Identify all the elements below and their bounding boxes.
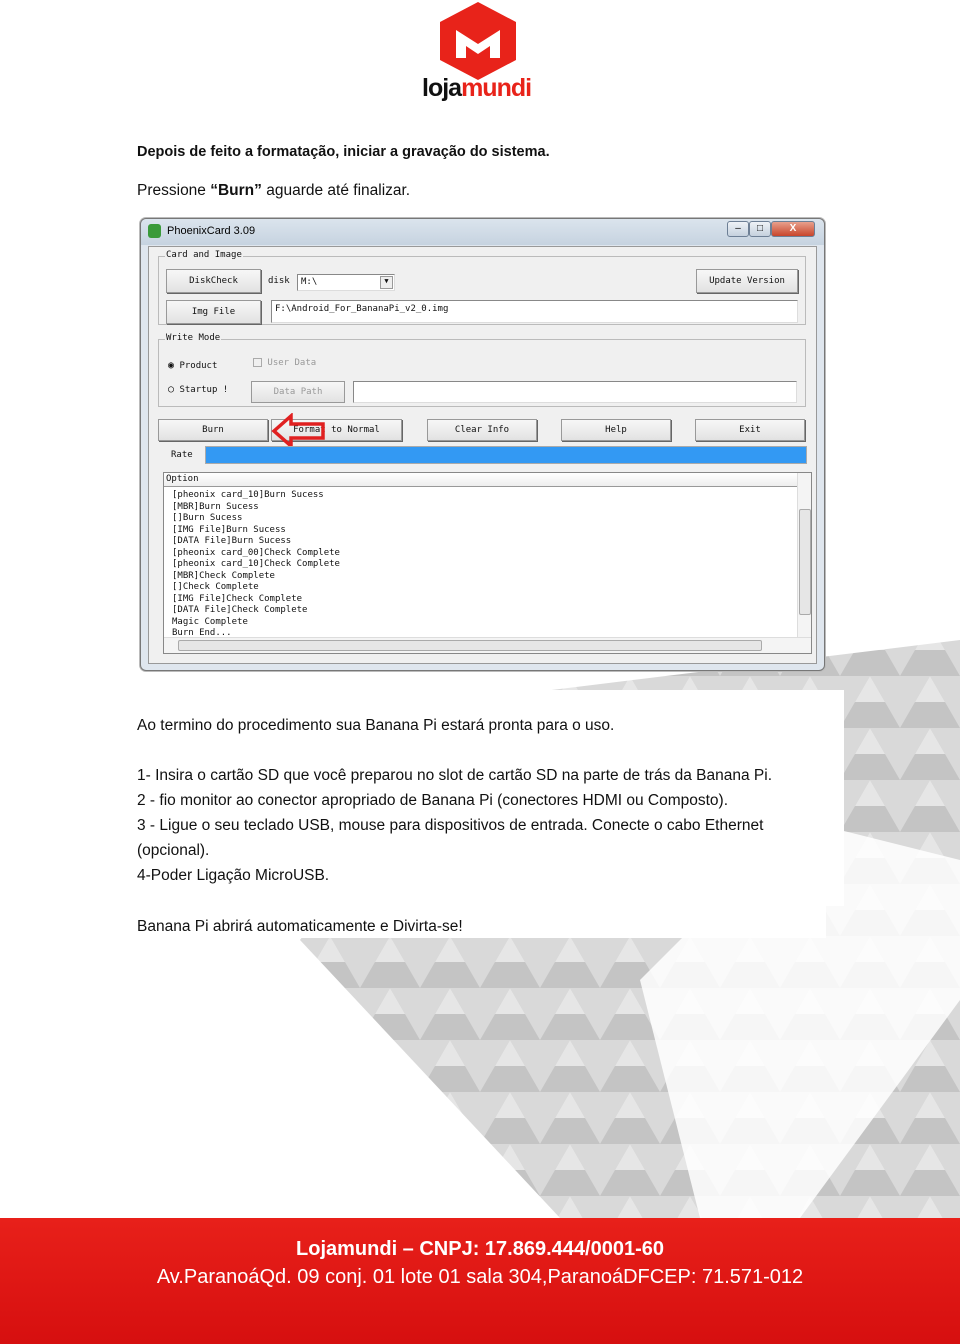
data-path-button[interactable]: Data Path — [251, 381, 345, 403]
horizontal-scrollbar[interactable] — [164, 637, 811, 653]
rate-progress-fill — [206, 447, 806, 463]
disk-select[interactable]: M:\ ▼ — [297, 274, 395, 291]
burn-button[interactable]: Burn — [158, 419, 268, 441]
log-line: [pheonix card_10]Burn Sucess — [172, 490, 324, 500]
vertical-scrollbar[interactable] — [797, 473, 811, 637]
footer-address: Av.ParanoáQd. 09 conj. 01 lote 01 sala 3… — [156, 1266, 804, 1288]
step-2: 2 - fio monitor ao conector apropriado d… — [137, 792, 729, 809]
log-line: [DATA File]Burn Sucess — [172, 536, 292, 546]
img-path-field[interactable]: F:\Android_For_BananaPi_v2_0.img — [271, 300, 798, 323]
log-line: [DATA File]Check Complete — [172, 605, 308, 615]
log-line: [IMG File]Burn Sucess — [172, 524, 286, 535]
closing-text: Banana Pi abrirá automaticamente e Divir… — [137, 918, 463, 935]
red-arrow-annotation — [271, 413, 325, 449]
diskcheck-button[interactable]: DiskCheck — [166, 269, 261, 293]
log-line: [MBR]Burn Sucess — [172, 501, 259, 512]
startup-radio[interactable]: ○ Startup ! — [168, 384, 228, 395]
log-list[interactable]: Option [pheonix card_10]Burn Sucess [MBR]… — [163, 472, 812, 654]
intro-line-2: Pressione “Burn” aguarde até finalizar. — [137, 182, 411, 199]
user-data-checkbox[interactable]: User Data — [253, 358, 316, 368]
completion-text: Ao termino do procedimento sua Banana Pi… — [137, 717, 615, 734]
log-line: [pheonix card_10]Check Complete — [172, 559, 340, 569]
data-path-field[interactable] — [353, 381, 797, 403]
step-3-cont: (opcional). — [137, 842, 210, 859]
log-line: []Check Complete — [172, 582, 259, 592]
log-line: [pheonix card_00]Check Complete — [172, 547, 340, 558]
close-button[interactable]: X — [771, 221, 815, 237]
background-watermark — [300, 640, 960, 1218]
rate-label: Rate — [171, 450, 193, 460]
lojamundi-logo: lojamundi — [420, 0, 542, 104]
log-line: []Burn Sucess — [172, 513, 243, 523]
clear-info-button[interactable]: Clear Info — [427, 419, 537, 441]
help-button[interactable]: Help — [561, 419, 671, 441]
minimize-button[interactable]: – — [727, 221, 749, 237]
step-3: 3 - Ligue o seu teclado USB, mouse para … — [137, 817, 764, 834]
footer-company: Lojamundi – CNPJ: 17.869.444/0001-60 — [296, 1238, 664, 1260]
rate-progress-bar — [205, 446, 807, 464]
disk-label: disk — [268, 276, 290, 286]
window-title: PhoenixCard 3.09 — [167, 225, 256, 237]
footer: Lojamundi – CNPJ: 17.869.444/0001-60 Av.… — [0, 1218, 960, 1344]
title-bar[interactable]: PhoenixCard 3.09 – □ X — [141, 219, 824, 245]
intro-line-1: Depois de feito a formatação, iniciar a … — [137, 144, 550, 160]
log-header[interactable]: Option — [164, 473, 811, 487]
update-version-button[interactable]: Update Version — [696, 269, 798, 293]
log-line: Magic Complete — [172, 616, 248, 627]
product-radio[interactable]: ◉ Product — [168, 360, 217, 371]
exit-button[interactable]: Exit — [695, 419, 805, 441]
img-file-button[interactable]: Img File — [166, 300, 261, 324]
step-1: 1- Insira o cartão SD que você preparou … — [137, 767, 773, 784]
log-line: [MBR]Check Complete — [172, 570, 275, 581]
logo-text: lojamundi — [422, 74, 532, 102]
app-icon — [148, 224, 161, 238]
chevron-down-icon: ▼ — [380, 276, 393, 289]
maximize-button[interactable]: □ — [749, 221, 771, 237]
log-line: [IMG File]Check Complete — [172, 593, 303, 604]
phoenixcard-window: PhoenixCard 3.09 – □ X Card and Image Di… — [140, 218, 825, 671]
step-4: 4-Poder Ligação MicroUSB. — [137, 867, 330, 884]
